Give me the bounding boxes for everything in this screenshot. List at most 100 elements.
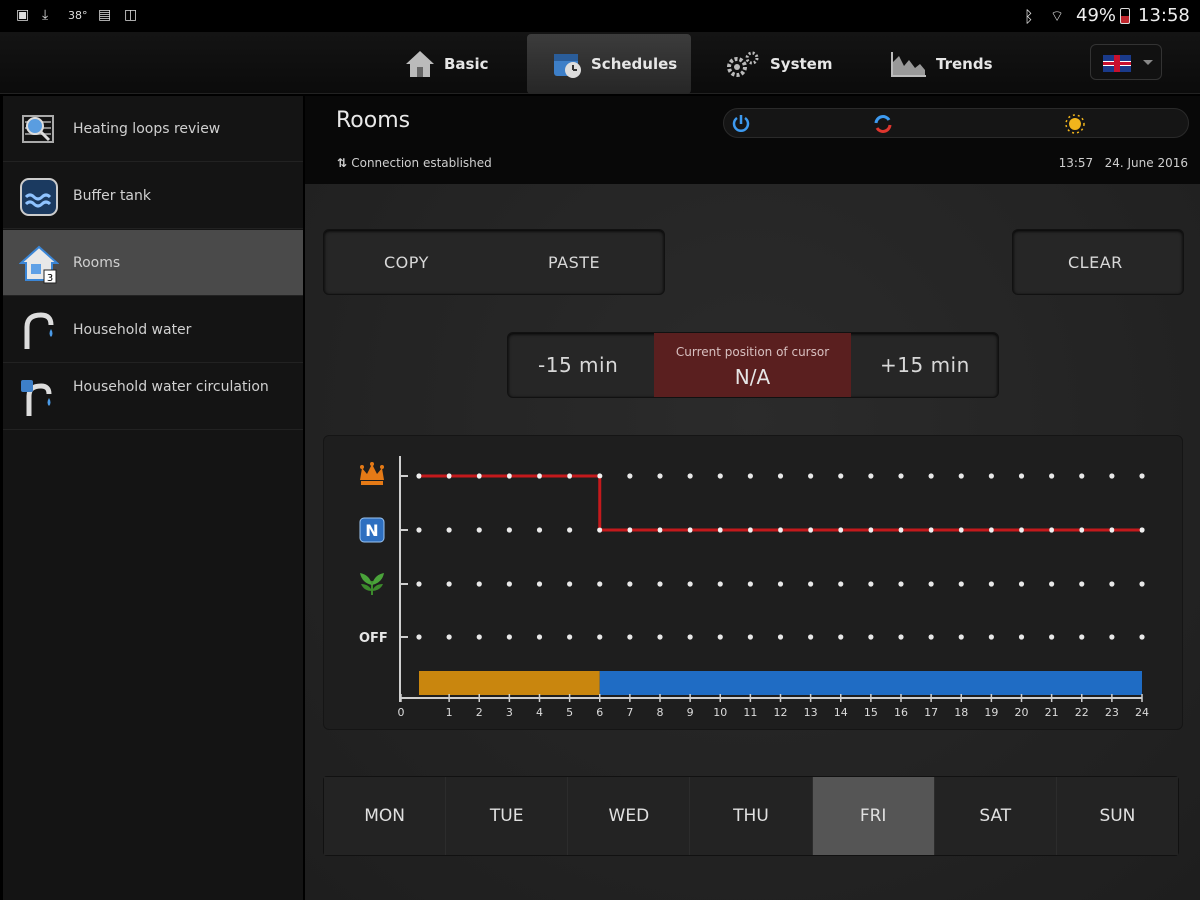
grid-dot[interactable] <box>717 581 723 587</box>
grid-dot[interactable] <box>898 581 904 587</box>
copy-button[interactable]: COPY <box>324 230 495 294</box>
schedule-point[interactable] <box>476 473 482 479</box>
grid-dot[interactable] <box>446 634 452 640</box>
grid-dot[interactable] <box>1049 581 1055 587</box>
sidebar-item-buffer-tank[interactable]: Buffer tank <box>3 163 303 229</box>
grid-dot[interactable] <box>777 473 784 479</box>
grid-dot[interactable] <box>657 634 663 640</box>
grid-dot[interactable] <box>747 581 753 587</box>
day-tab-fri[interactable]: FRI <box>812 777 935 855</box>
grid-dot[interactable] <box>687 473 693 479</box>
grid-dot[interactable] <box>868 581 874 587</box>
grid-dot[interactable] <box>476 634 482 640</box>
schedule-point[interactable] <box>416 473 422 479</box>
grid-dot[interactable] <box>808 473 814 479</box>
schedule-point[interactable] <box>747 527 753 533</box>
grid-dot[interactable] <box>898 634 904 640</box>
grid-dot[interactable] <box>1079 581 1085 587</box>
grid-dot[interactable] <box>717 473 723 479</box>
day-tab-tue[interactable]: TUE <box>446 777 569 855</box>
schedule-point[interactable] <box>1079 527 1085 533</box>
grid-dot[interactable] <box>777 634 784 640</box>
grid-dot[interactable] <box>506 581 512 587</box>
minus-15-button[interactable]: -15 min <box>508 333 654 397</box>
grid-dot[interactable] <box>536 581 543 587</box>
grid-dot[interactable] <box>657 581 663 587</box>
grid-dot[interactable] <box>446 581 452 587</box>
grid-dot[interactable] <box>898 473 904 479</box>
grid-dot[interactable] <box>958 634 964 640</box>
schedule-point[interactable] <box>988 527 994 533</box>
schedule-point[interactable] <box>717 527 723 533</box>
grid-dot[interactable] <box>958 473 964 479</box>
grid-dot[interactable] <box>1109 581 1115 587</box>
grid-dot[interactable] <box>567 581 573 587</box>
grid-dot[interactable] <box>416 581 422 587</box>
day-tab-thu[interactable]: THU <box>690 777 813 855</box>
grid-dot[interactable] <box>1018 634 1025 640</box>
schedule-point[interactable] <box>928 527 934 533</box>
power-icon[interactable] <box>730 113 752 135</box>
grid-dot[interactable] <box>416 634 422 640</box>
grid-dot[interactable] <box>868 473 874 479</box>
grid-dot[interactable] <box>1139 634 1145 640</box>
grid-dot[interactable] <box>868 634 874 640</box>
grid-dot[interactable] <box>988 634 994 640</box>
grid-dot[interactable] <box>747 473 753 479</box>
schedule-point[interactable] <box>1049 527 1055 533</box>
grid-dot[interactable] <box>717 634 723 640</box>
grid-dot[interactable] <box>627 473 633 479</box>
grid-dot[interactable] <box>1018 581 1025 587</box>
grid-dot[interactable] <box>657 473 663 479</box>
grid-dot[interactable] <box>928 634 934 640</box>
schedule-point[interactable] <box>808 527 814 533</box>
grid-dot[interactable] <box>838 581 844 587</box>
grid-dot[interactable] <box>928 581 934 587</box>
schedule-point[interactable] <box>687 527 693 533</box>
paste-button[interactable]: PASTE <box>495 230 666 294</box>
grid-dot[interactable] <box>808 581 814 587</box>
schedule-point[interactable] <box>597 473 603 479</box>
clear-button[interactable]: CLEAR <box>1012 229 1184 295</box>
grid-dot[interactable] <box>597 581 603 587</box>
schedule-point[interactable] <box>838 527 844 533</box>
day-tab-sat[interactable]: SAT <box>934 777 1057 855</box>
schedule-point[interactable] <box>537 473 542 479</box>
grid-dot[interactable] <box>627 634 633 640</box>
tab-trends[interactable]: Trends <box>890 34 1010 94</box>
tab-basic[interactable]: Basic <box>400 34 510 94</box>
grid-dot[interactable] <box>567 527 573 533</box>
grid-dot[interactable] <box>1049 473 1055 479</box>
sidebar-item-household-water[interactable]: Household water <box>3 297 303 363</box>
grid-dot[interactable] <box>808 634 814 640</box>
schedule-point[interactable] <box>1139 527 1145 533</box>
schedule-chart-svg[interactable]: N OFF 0 1 2 3 4 5 6 7 8 9 10 11 12 13 14 15 16 17 18 19 20 21… <box>324 436 1184 731</box>
grid-dot[interactable] <box>506 634 512 640</box>
grid-dot[interactable] <box>1139 581 1145 587</box>
grid-dot[interactable] <box>597 634 603 640</box>
grid-dot[interactable] <box>928 473 934 479</box>
grid-dot[interactable] <box>476 581 482 587</box>
grid-dot[interactable] <box>1049 634 1055 640</box>
schedule-point[interactable] <box>627 527 633 533</box>
schedule-point[interactable] <box>898 527 904 533</box>
grid-dot[interactable] <box>777 581 784 587</box>
plus-15-button[interactable]: +15 min <box>852 333 998 397</box>
sidebar-item-heating-loops[interactable]: Heating loops review <box>3 96 303 162</box>
grid-dot[interactable] <box>838 634 844 640</box>
grid-dot[interactable] <box>567 634 573 640</box>
grid-dot[interactable] <box>988 473 994 479</box>
schedule-point[interactable] <box>567 473 573 479</box>
grid-dot[interactable] <box>687 634 693 640</box>
grid-dot[interactable] <box>747 634 753 640</box>
schedule-point[interactable] <box>868 527 874 533</box>
day-tab-sun[interactable]: SUN <box>1056 777 1178 855</box>
grid-dot[interactable] <box>416 527 422 533</box>
day-tab-mon[interactable]: MON <box>324 777 447 855</box>
schedule-point[interactable] <box>506 473 512 479</box>
grid-dot[interactable] <box>687 581 693 587</box>
sidebar-item-household-water-circulation[interactable]: Household water circulation <box>3 364 303 430</box>
grid-dot[interactable] <box>536 634 543 640</box>
schedule-point[interactable] <box>1019 527 1024 533</box>
language-selector[interactable] <box>1090 44 1162 80</box>
